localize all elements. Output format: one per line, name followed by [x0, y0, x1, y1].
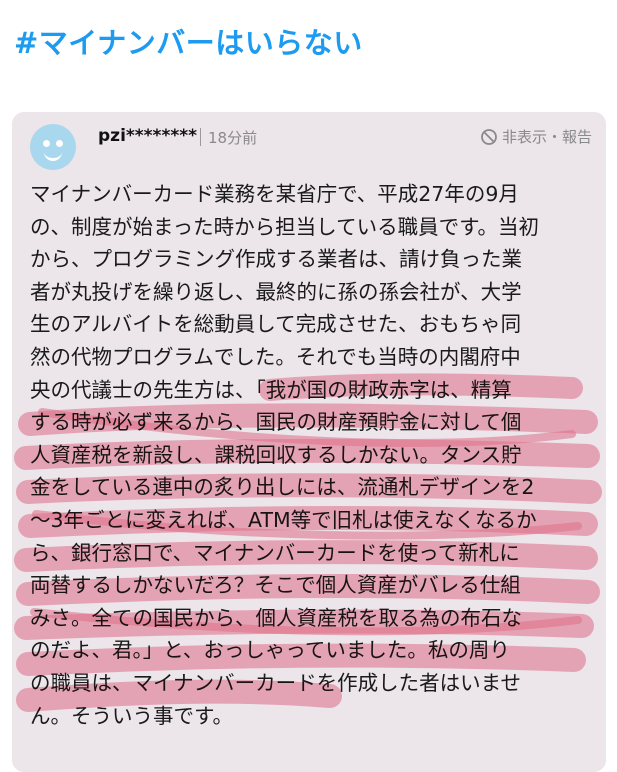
comment-line: マイナンバーカード業務を某省庁で、平成27年の9月 [30, 182, 519, 206]
timestamp: 18分前 [208, 129, 258, 147]
divider [200, 128, 201, 146]
comment-text: マイナンバーカード業務を某省庁で、平成27年の9月 の、制度が始まった時から担当… [30, 178, 600, 732]
prohibit-icon [481, 128, 497, 145]
avatar-eye-left [43, 140, 50, 147]
hide-report-label: 非表示・報告 [501, 128, 592, 146]
comment-card: pzi******** 18分前 非表示・報告 マイナンバーカード業務を某省庁で… [12, 112, 606, 772]
comment-line: する時が必ず来るから、国民の財産預貯金に対して個 [30, 410, 522, 435]
comment-line: の、制度が始まった時から担当している職員です。当初 [30, 214, 540, 239]
comment-line: 生のアルバイトを総動員して完成させた、おもちゃ同 [30, 312, 522, 337]
comment-line: ん。そういう事です。 [30, 703, 233, 728]
comment-line: みさ。全ての国民から、個人資産税を取る為の布石な [30, 605, 522, 630]
comment-line: 然の代物プログラムでした。それでも当時の内閣府中 [30, 344, 521, 369]
comment-line: ら、銀行窓口で、マイナンバーカードを使って新札に [30, 540, 520, 565]
hide-report-button[interactable]: 非表示・報告 [480, 126, 592, 147]
username[interactable]: pzi******** [98, 126, 197, 146]
avatar-mouth [44, 149, 62, 161]
avatar[interactable] [30, 124, 76, 170]
comment-line: から、プログラミング作成する業者は、請け負った業 [30, 247, 522, 272]
avatar-eye-right [56, 140, 63, 147]
comment-line: のだよ、君。」と、おっしゃっていました。私の周り [30, 638, 510, 663]
comment-line: 〜3年ごとに変えれば、ATM等で旧札は使えなくなるか [30, 507, 537, 532]
comment-line: 人資産税を新設し、課税回収するしかない。タンス貯 [30, 442, 522, 467]
comment-line: 両替するしかないだろ？そこで個人資産がバレる仕組 [30, 573, 521, 598]
hashtag-title[interactable]: #マイナンバーはいらない [14, 20, 363, 62]
comment-line: 金をしている連中の炙り出しには、流通札デザインを2 [30, 475, 535, 500]
comment-line: 者が丸投げを繰り返し、最終的に孫の孫会社が、大学 [30, 279, 522, 304]
comment-line: の職員は、マイナンバーカードを作成した者はいませ [30, 670, 521, 695]
comment-line: 央の代議士の先生方は、「我が国の財政赤字は、精算 [30, 377, 512, 402]
